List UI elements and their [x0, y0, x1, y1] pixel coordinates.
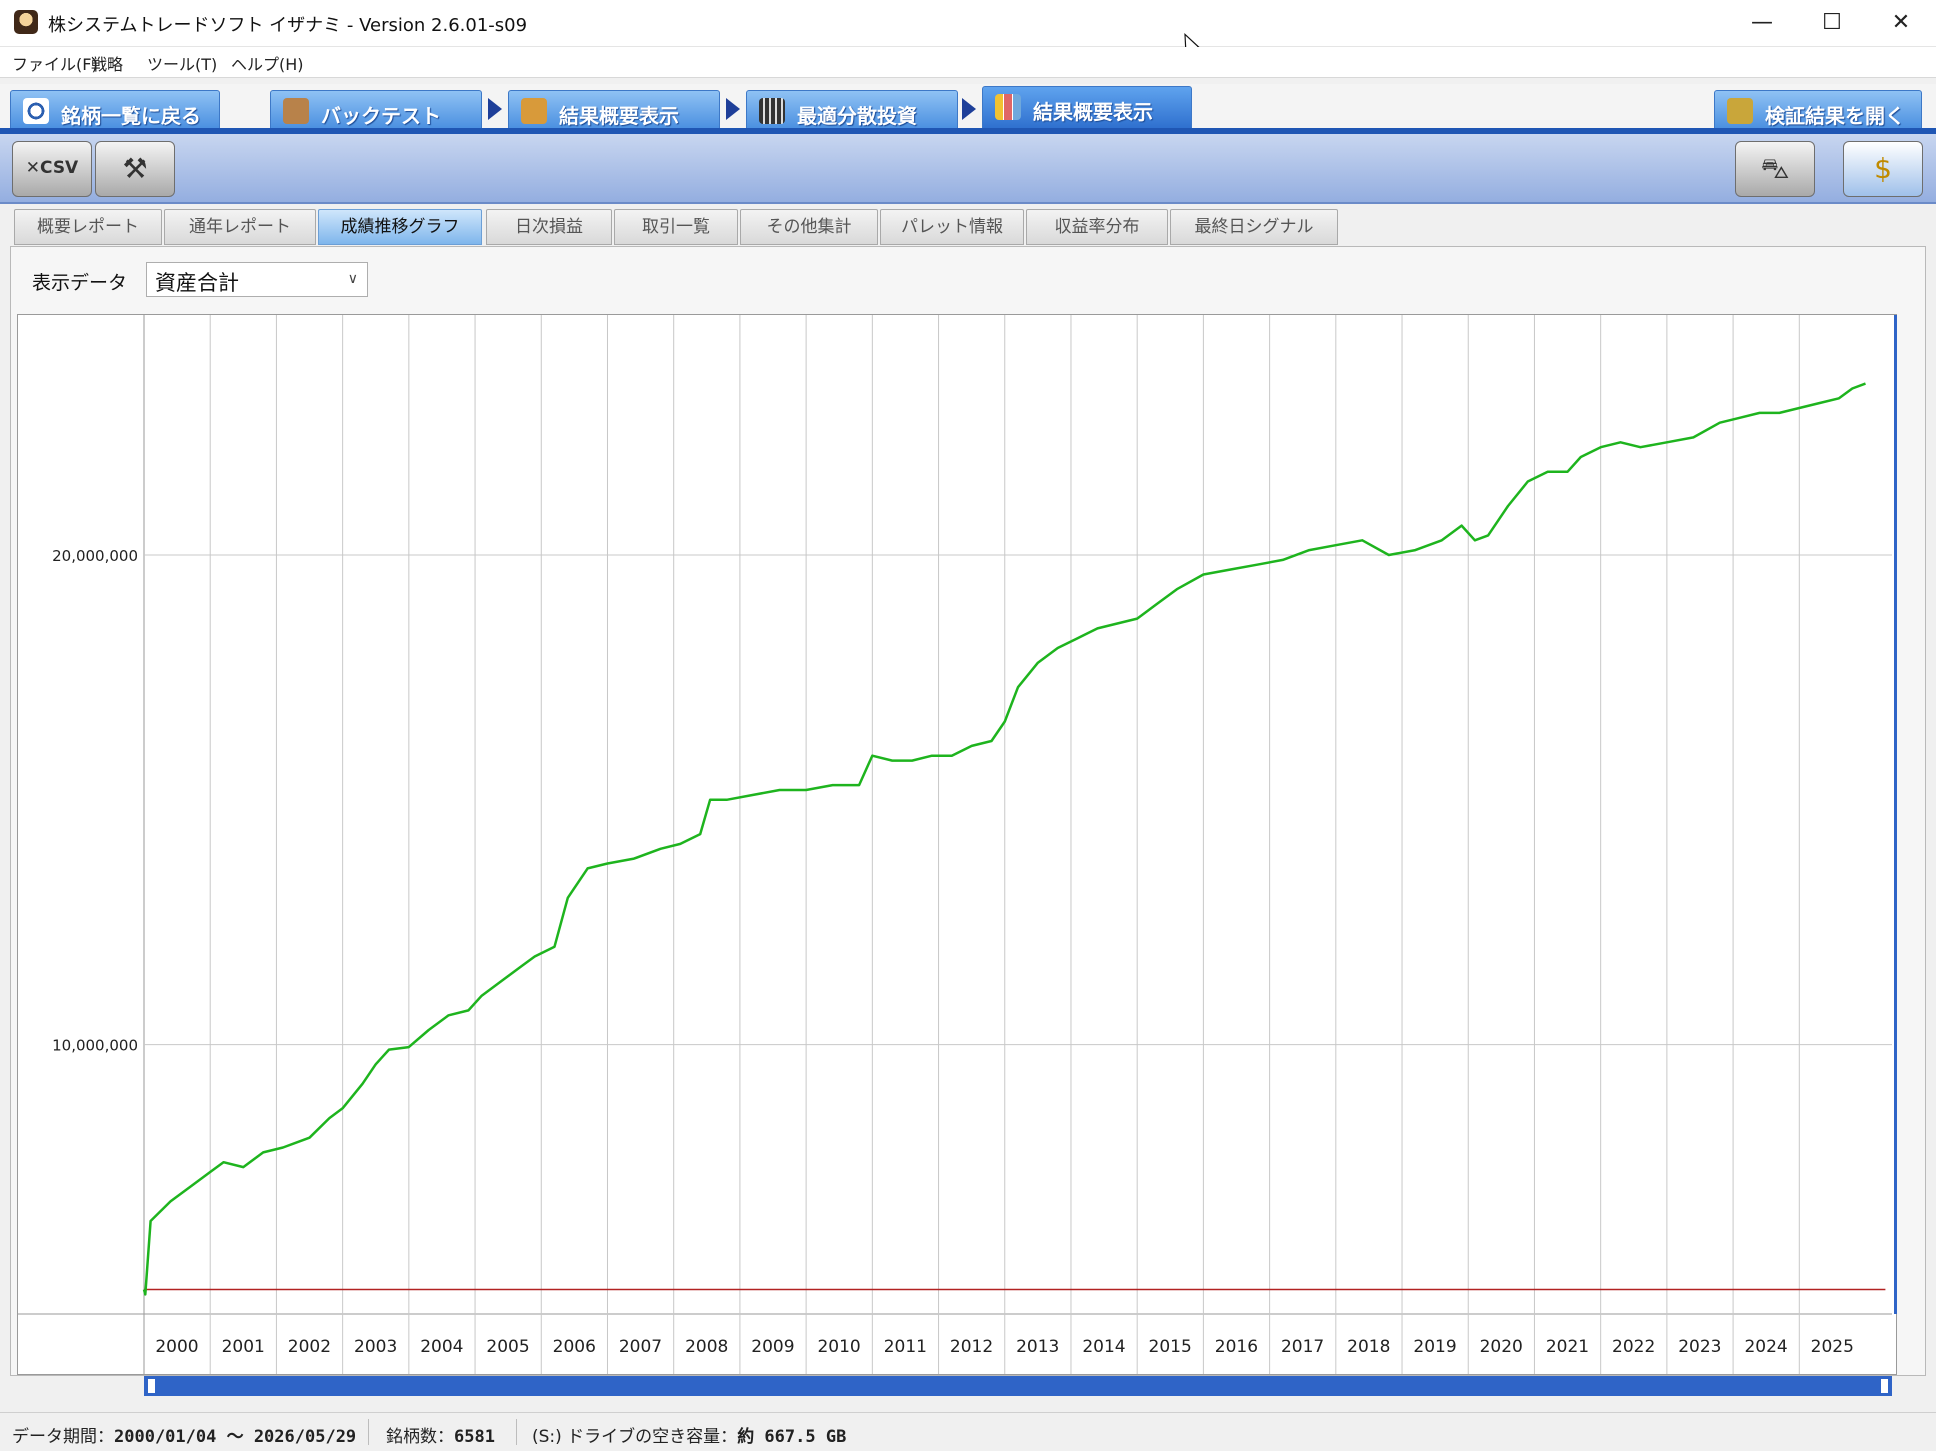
x-tick-label: 2006 [553, 1337, 596, 1357]
x-tick-label: 2007 [619, 1337, 662, 1357]
display-data-value: 資産合計 [155, 271, 239, 295]
data-period: データ期間：2000/01/04 〜 2026/05/29 [12, 1427, 357, 1447]
x-tick-label: 2002 [288, 1337, 331, 1357]
chart-tool-button[interactable]: ⛍ [1735, 141, 1815, 197]
x-tick-label: 2012 [950, 1337, 993, 1357]
tab-summary-report[interactable]: 概要レポート [14, 209, 162, 245]
x-tick-label: 2020 [1480, 1337, 1523, 1357]
x-tick-label: 2013 [1016, 1337, 1059, 1357]
summary-label-2: 結果概要表示 [1033, 100, 1153, 124]
x-tick-label: 2011 [884, 1337, 927, 1357]
maximize-button[interactable]: ☐ [1797, 0, 1867, 46]
tab-return-distribution[interactable]: 収益率分布 [1026, 209, 1168, 245]
y-tick-label: 10,000,000 [52, 1037, 138, 1055]
equity-chart: 2000 2001 2002 2003 2004 2005 2006 2007 2008 2009… [17, 314, 1897, 1396]
calculator-icon [759, 98, 785, 124]
x-tick-label: 2004 [420, 1337, 463, 1357]
x-tick-label: 2019 [1413, 1337, 1456, 1357]
x-tick-label: 2009 [751, 1337, 794, 1357]
display-data-label: 表示データ [32, 272, 128, 294]
tab-daily-pnl[interactable]: 日次損益 [486, 209, 612, 245]
drive-free-space: (S:) ドライブの空き容量：約 667.5 GB [532, 1427, 847, 1447]
title-bar: 株システムトレードソフト イザナミ - Version 2.6.01-s09 —… [0, 0, 1936, 47]
optimal-label: 最適分散投資 [797, 104, 917, 128]
status-divider [516, 1419, 517, 1445]
summary-tab-1[interactable]: 結果概要表示 [508, 90, 720, 130]
window-title: 株システムトレードソフト イザナミ - Version 2.6.01-s09 [48, 15, 528, 36]
x-tick-label: 2014 [1082, 1337, 1125, 1357]
x-tick-label: 2001 [222, 1337, 265, 1357]
tab-annual-report[interactable]: 通年レポート [164, 209, 316, 245]
y-tick-label: 20,000,000 [52, 547, 138, 565]
scrollbar-thumb-left [148, 1379, 155, 1393]
eye-icon [23, 98, 49, 124]
status-divider [368, 1419, 369, 1445]
chevron-down-icon: ∨ [347, 271, 358, 287]
csv-export-button[interactable]: ✕CSV [12, 141, 92, 197]
x-tick-label: 2015 [1149, 1337, 1192, 1357]
arrow-right-icon [726, 98, 740, 120]
back-label: 銘柄一覧に戻る [61, 104, 201, 128]
close-button[interactable]: ✕ [1866, 0, 1936, 46]
open-results-label: 検証結果を開く [1765, 104, 1905, 128]
money-box-button[interactable]: $ [1843, 141, 1923, 197]
x-tick-label: 2023 [1678, 1337, 1721, 1357]
tab-performance-graph[interactable]: 成績推移グラフ [318, 209, 482, 245]
tab-palette-info[interactable]: パレット情報 [880, 209, 1024, 245]
arrow-right-icon [488, 98, 502, 120]
csv-export-icon: ✕CSV [25, 158, 79, 178]
minimize-button[interactable]: — [1727, 0, 1797, 46]
backtest-label: バックテスト [321, 104, 441, 128]
money-bag-icon [521, 98, 547, 124]
menu-help[interactable]: ヘルプ(H) [231, 51, 304, 75]
bag-icon [283, 98, 309, 124]
tools-icon: ⚒ [122, 152, 148, 185]
summary-label-1: 結果概要表示 [559, 104, 679, 128]
display-data-select[interactable]: 資産合計 ∨ [146, 262, 368, 297]
icon-toolbar: ✕CSV ⚒ ⛍ $ [0, 134, 1936, 204]
workflow-nav: 銘柄一覧に戻る バックテスト 結果概要表示 最適分散投資 結果概要表示 検証結果… [0, 84, 1936, 132]
plot-area [144, 315, 1892, 1314]
x-tick-label: 2010 [817, 1337, 860, 1357]
tab-trade-list[interactable]: 取引一覧 [614, 209, 738, 245]
vertical-scrollbar [1894, 315, 1897, 1314]
x-tick-label: 2003 [354, 1337, 397, 1357]
app-icon [14, 10, 38, 34]
money-box-icon: $ [1874, 152, 1892, 185]
menu-file[interactable]: ファイル(F) [12, 51, 98, 75]
tools-button[interactable]: ⚒ [95, 141, 175, 197]
tab-other-stats[interactable]: その他集計 [740, 209, 878, 245]
menu-tools[interactable]: ツール(T) [147, 51, 217, 75]
x-tick-label: 2005 [486, 1337, 529, 1357]
x-tick-label: 2008 [685, 1337, 728, 1357]
tab-final-signal[interactable]: 最終日シグナル [1170, 209, 1338, 245]
backtest-tab[interactable]: バックテスト [270, 90, 482, 130]
x-tick-label: 2017 [1281, 1337, 1324, 1357]
x-tick-label: 2000 [155, 1337, 198, 1357]
x-tick-label: 2018 [1347, 1337, 1390, 1357]
menu-bar: ファイル(F) 戦略 ツール(T) ヘルプ(H) [0, 47, 1936, 78]
stock-count: 銘柄数：6581 [386, 1427, 495, 1447]
x-tick-label: 2024 [1744, 1337, 1787, 1357]
x-tick-label: 2016 [1215, 1337, 1258, 1357]
horizontal-scrollbar [144, 1376, 1892, 1396]
scrollbar-thumb-right [1881, 1379, 1888, 1393]
x-tick-label: 2022 [1612, 1337, 1655, 1357]
x-tick-label: 2025 [1811, 1337, 1854, 1357]
open-results-button[interactable]: 検証結果を開く [1714, 90, 1922, 130]
status-bar: データ期間：2000/01/04 〜 2026/05/29 銘柄数：6581 (… [0, 1412, 1936, 1451]
report-subtabs: 概要レポート 通年レポート 成績推移グラフ 日次損益 取引一覧 その他集計 パレ… [0, 206, 1936, 246]
menu-strategy[interactable]: 戦略 [91, 51, 123, 75]
x-tick-label: 2021 [1546, 1337, 1589, 1357]
chart-tool-icon: ⛍ [1760, 152, 1790, 185]
open-file-icon [1727, 98, 1753, 124]
arrow-right-icon [962, 98, 976, 120]
bar-chart-icon [995, 94, 1021, 120]
optimal-diversify-tab[interactable]: 最適分散投資 [746, 90, 958, 130]
back-to-list-button[interactable]: 銘柄一覧に戻る [10, 90, 220, 130]
summary-tab-2[interactable]: 結果概要表示 [982, 86, 1192, 130]
